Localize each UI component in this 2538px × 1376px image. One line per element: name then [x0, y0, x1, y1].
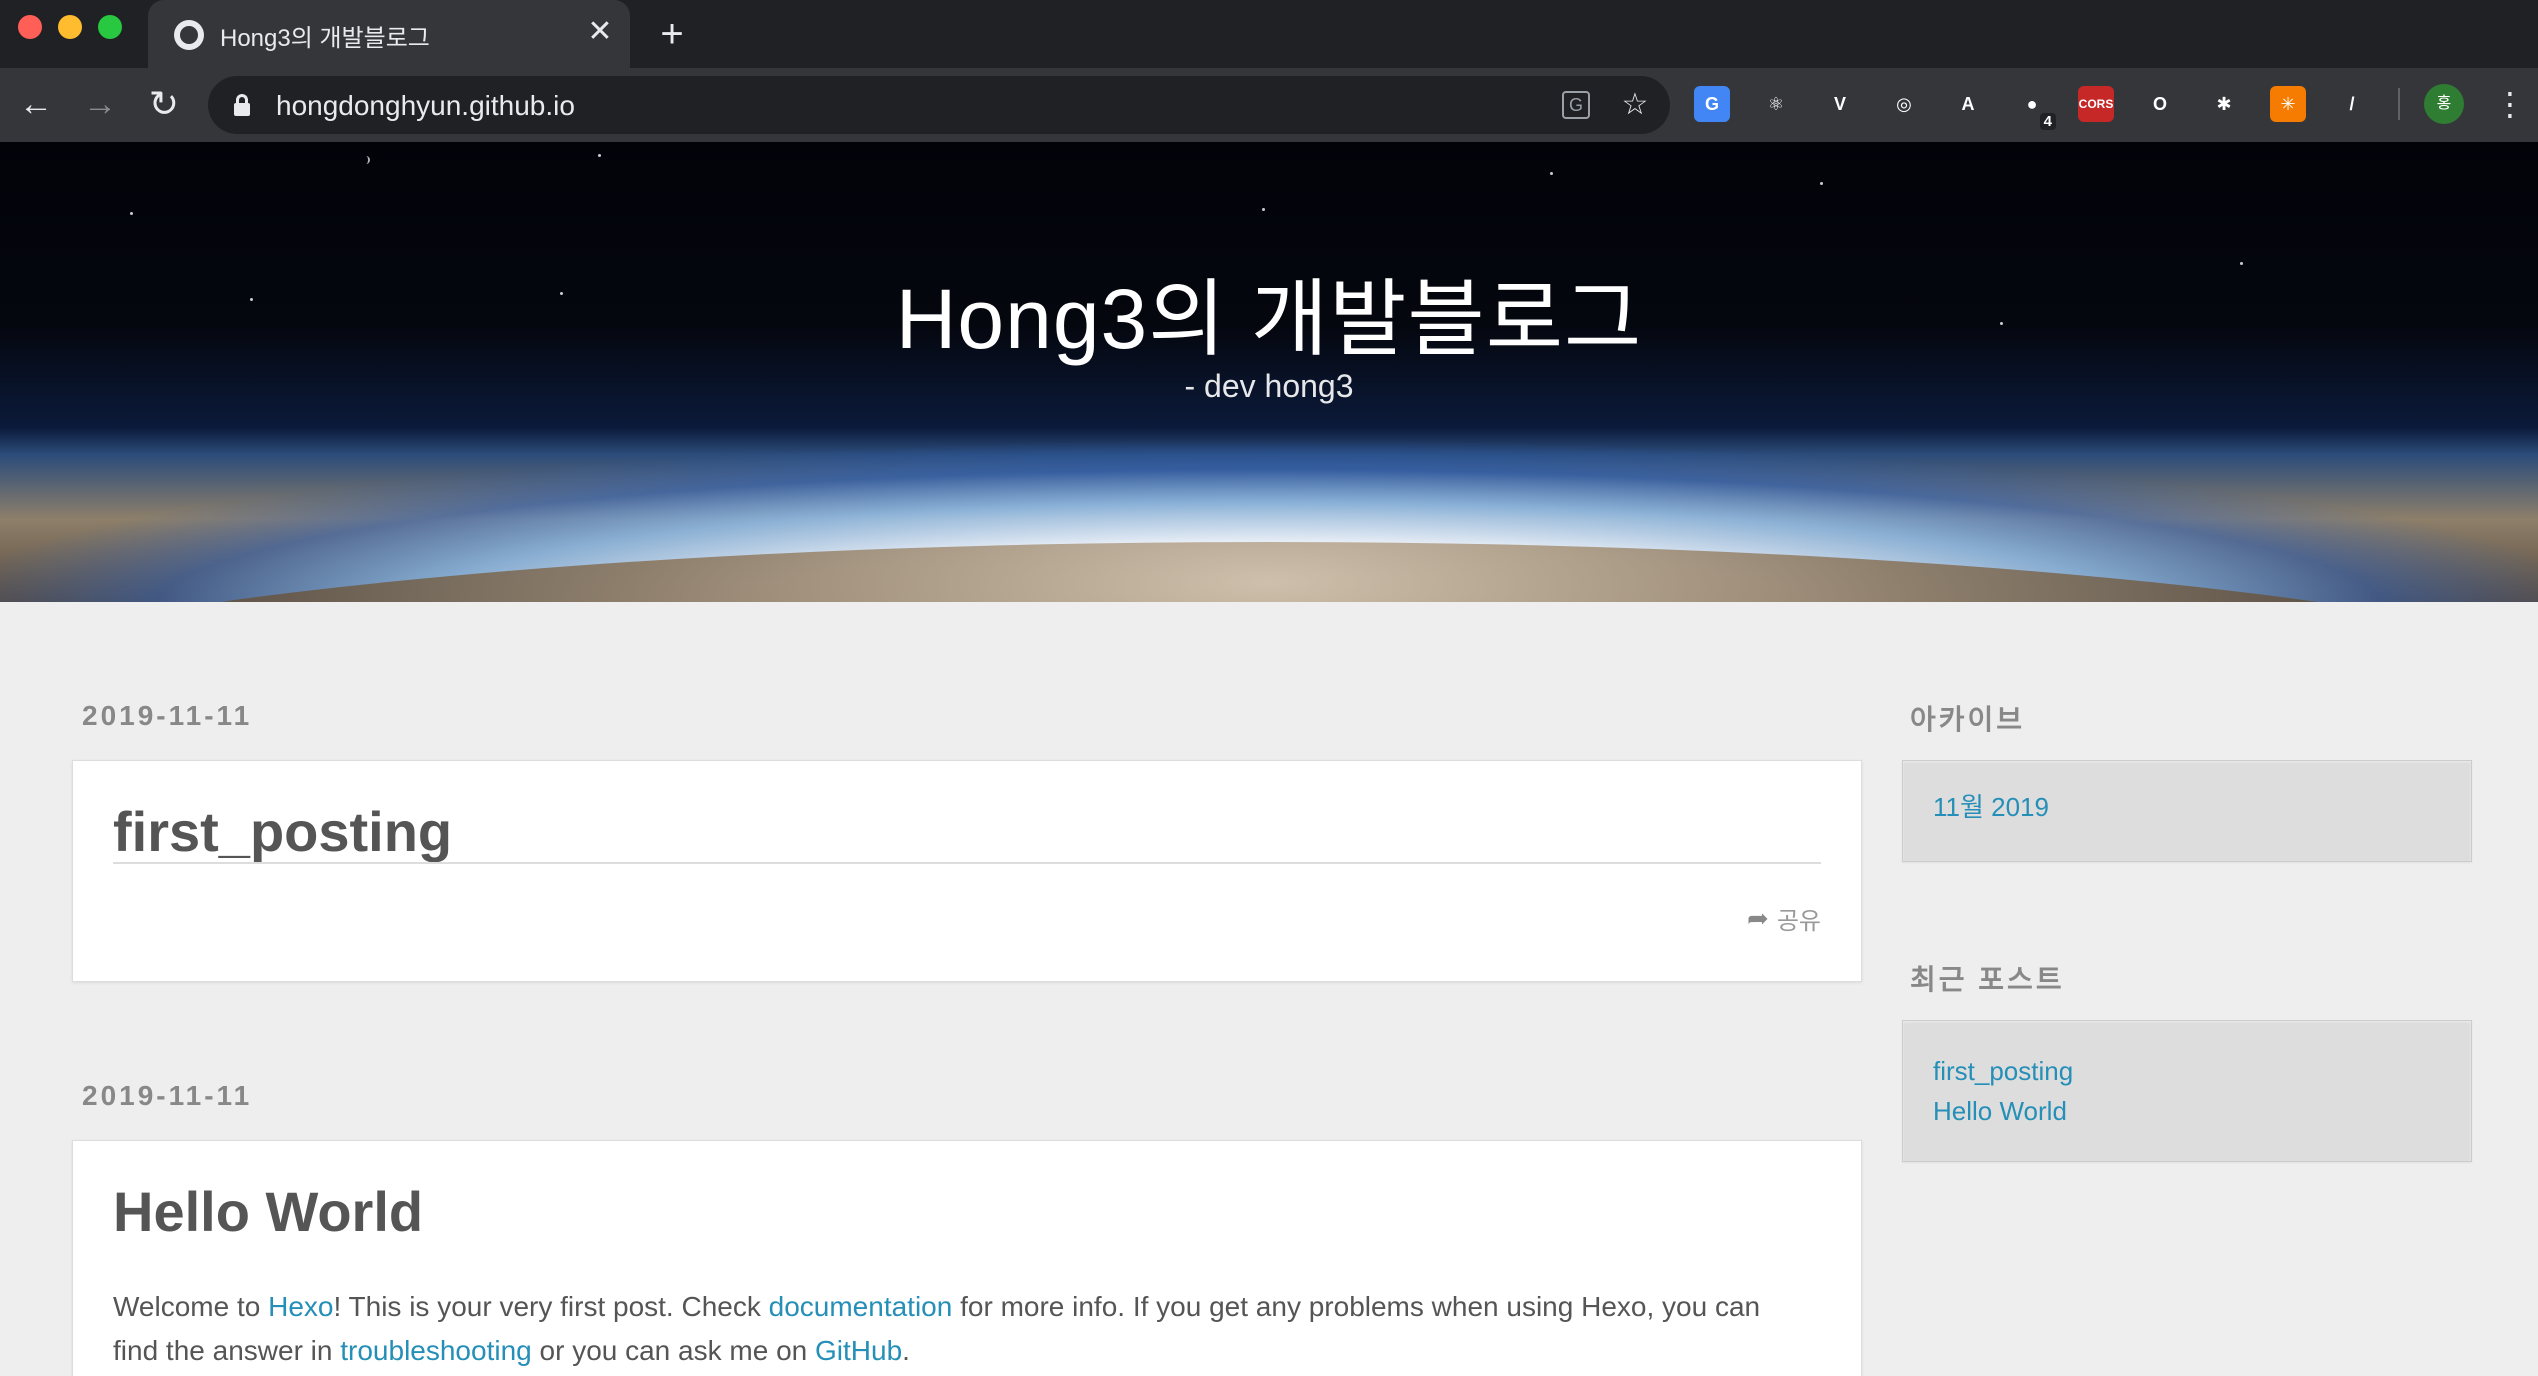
- archive-widget-title: 아카이브: [1910, 704, 2026, 735]
- recent-posts-widget: first_posting Hello World: [1902, 1020, 2472, 1162]
- close-window-button[interactable]: [18, 15, 42, 39]
- post-date[interactable]: 2019-11-11: [82, 700, 252, 732]
- body-text: Welcome to: [113, 1291, 269, 1322]
- recent-posts-widget-title: 최근 포스트: [1910, 964, 2065, 995]
- badge-extension-icon[interactable]: ● 4: [2014, 86, 2056, 130]
- documentation-link[interactable]: documentation: [769, 1291, 953, 1322]
- recent-post-link[interactable]: first_posting: [1933, 1051, 2441, 1091]
- address-bar[interactable]: hongdonghyun.github.io G ☆: [208, 76, 1670, 134]
- forward-button[interactable]: →: [78, 82, 122, 126]
- recent-post-link[interactable]: Hello World: [1933, 1091, 2441, 1131]
- body-text: or you can ask me on: [531, 1335, 815, 1366]
- hexo-link[interactable]: Hexo: [268, 1291, 333, 1322]
- post-body: Welcome to Hexo! This is your very first…: [113, 1285, 1791, 1373]
- star-decoration: [1820, 182, 1823, 185]
- star-decoration: [130, 212, 133, 215]
- archive-link[interactable]: 11월 2019: [1933, 787, 2441, 827]
- star-decoration: [1262, 208, 1265, 211]
- translate-icon[interactable]: G: [1562, 91, 1590, 119]
- minimize-window-button[interactable]: [58, 15, 82, 39]
- ring-extension-icon[interactable]: O: [2142, 86, 2178, 122]
- cors-extension-icon[interactable]: CORS: [2078, 86, 2114, 122]
- moon-decoration: [362, 156, 370, 164]
- extension-badge: 4: [2039, 113, 2056, 130]
- pen-extension-icon[interactable]: /: [2334, 86, 2370, 122]
- browser-tab[interactable]: Hong3의 개발블로그 ✕: [148, 0, 630, 68]
- post-title-link[interactable]: first_posting: [113, 799, 452, 864]
- title-divider: [113, 862, 1821, 864]
- bookmark-star-icon[interactable]: ☆: [1618, 88, 1652, 122]
- github-link[interactable]: GitHub: [815, 1335, 902, 1366]
- post-title-link[interactable]: Hello World: [113, 1179, 423, 1244]
- blog-title-link[interactable]: Hong3의 개발블로그: [0, 252, 2538, 373]
- post-date[interactable]: 2019-11-11: [82, 1080, 252, 1112]
- back-button[interactable]: ←: [14, 82, 58, 126]
- vue-devtools-icon[interactable]: V: [1822, 86, 1858, 122]
- orange-extension-icon[interactable]: ✳: [2270, 86, 2306, 122]
- post-card: first_posting ➦ 공유: [72, 760, 1862, 982]
- browser-menu-icon[interactable]: ⋮: [2494, 84, 2526, 124]
- share-label: 공유: [1776, 908, 1821, 935]
- earth-horizon-image: [0, 542, 2538, 602]
- body-text: ! This is your very first post. Check: [333, 1291, 769, 1322]
- blog-subtitle: - dev hong3: [1184, 368, 1354, 404]
- toolbar-divider: [2398, 88, 2400, 120]
- new-tab-button[interactable]: +: [650, 12, 694, 56]
- body-text: .: [902, 1335, 910, 1366]
- star-decoration: [598, 154, 601, 157]
- troubleshooting-link[interactable]: troubleshooting: [340, 1335, 531, 1366]
- google-translate-extension-icon[interactable]: G: [1694, 86, 1730, 122]
- lock-icon[interactable]: [234, 94, 250, 116]
- share-button[interactable]: ➦ 공유: [1747, 901, 1821, 936]
- angular-extension-icon[interactable]: A: [1950, 86, 1986, 122]
- bug-extension-icon[interactable]: ✱: [2206, 86, 2242, 122]
- close-tab-icon[interactable]: ✕: [582, 14, 618, 50]
- blog-banner: Hong3의 개발블로그 - dev hong3: [0, 142, 2538, 602]
- profile-avatar[interactable]: 홍: [2424, 84, 2464, 124]
- url-text[interactable]: hongdonghyun.github.io: [276, 90, 575, 122]
- reload-button[interactable]: ↻: [142, 82, 186, 126]
- globe-icon: [174, 20, 204, 50]
- share-icon: ➦: [1747, 903, 1769, 933]
- maximize-window-button[interactable]: [98, 15, 122, 39]
- target-extension-icon[interactable]: ◎: [1886, 86, 1922, 122]
- react-devtools-icon[interactable]: ⚛: [1758, 86, 1794, 122]
- post-card: Hello World Welcome to Hexo! This is you…: [72, 1140, 1862, 1376]
- browser-tab-bar: Hong3의 개발블로그 ✕ +: [0, 0, 2538, 68]
- star-decoration: [1550, 172, 1553, 175]
- archive-widget: 11월 2019: [1902, 760, 2472, 862]
- tab-title: Hong3의 개발블로그: [220, 25, 430, 52]
